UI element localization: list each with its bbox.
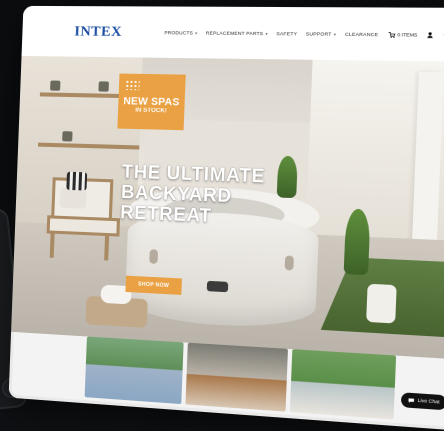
nav-clearance[interactable]: CLEARANCE <box>345 32 378 38</box>
chevron-down-icon: ▾ <box>195 30 198 36</box>
chevron-down-icon: ▾ <box>333 31 337 37</box>
chevron-down-icon: ▾ <box>265 30 268 37</box>
tile-spas[interactable] <box>289 349 397 420</box>
chair-pillow <box>59 187 87 209</box>
hot-tub-handle <box>284 255 294 271</box>
cart-icon <box>387 31 395 39</box>
website-window: INTEX PRODUCTS ▾ REPLACEMENT PARTS ▾ SAF… <box>8 5 444 431</box>
nav-replacement-parts[interactable]: REPLACEMENT PARTS ▾ <box>206 30 268 36</box>
tile-image <box>185 342 289 412</box>
chair-leg <box>49 231 55 258</box>
tile-image <box>289 349 397 420</box>
hero-headline: THE ULTIMATE BACKYARD RETREAT <box>119 161 266 227</box>
nav-label: PRODUCTS <box>164 30 194 36</box>
nav-safety[interactable]: SAFETY <box>276 31 297 36</box>
intex-logo[interactable]: INTEX <box>74 24 122 41</box>
nav-support[interactable]: SUPPORT ▾ <box>306 31 337 37</box>
hero-banner: NEW SPAS IN STOCK! THE ULTIMATE BACKYARD… <box>11 55 444 361</box>
live-chat-button[interactable]: Live Chat <box>400 392 444 411</box>
tile-image <box>84 336 184 405</box>
nav-label: SUPPORT <box>305 31 332 37</box>
nav-label: SAFETY <box>276 31 298 37</box>
chair-leg <box>104 233 110 261</box>
striped-pillow <box>66 171 88 191</box>
device-screen: INTEX PRODUCTS ▾ REPLACEMENT PARTS ▾ SAF… <box>8 5 444 431</box>
vase <box>366 283 397 324</box>
decor-pot <box>50 80 61 91</box>
hero-chair-image <box>44 171 121 261</box>
decor-pot <box>98 81 109 92</box>
badge-line-2: IN STOCK! <box>135 107 167 114</box>
hot-tub-logo <box>206 280 229 293</box>
user-icon[interactable] <box>426 31 434 39</box>
main-nav: PRODUCTS ▾ REPLACEMENT PARTS ▾ SAFETY SU… <box>164 29 444 39</box>
shop-now-button[interactable]: SHOP NOW <box>125 275 182 295</box>
hot-tub-handle <box>149 249 159 264</box>
decor-pot <box>62 131 73 142</box>
site-header: INTEX PRODUCTS ▾ REPLACEMENT PARTS ▾ SAF… <box>21 5 444 63</box>
tile-pools[interactable] <box>84 336 184 405</box>
live-chat-label: Live Chat <box>417 397 440 405</box>
nav-products[interactable]: PRODUCTS ▾ <box>164 30 197 35</box>
dots-pattern <box>125 79 140 91</box>
towel-basket <box>85 284 148 328</box>
cart-label: 0 ITEMS <box>397 32 418 38</box>
cart-button[interactable]: 0 ITEMS <box>387 31 418 39</box>
nav-label: REPLACEMENT PARTS <box>205 30 264 37</box>
badge-line-1: NEW SPAS <box>123 95 180 108</box>
tile-lifestyle[interactable] <box>185 342 289 412</box>
nav-label: CLEARANCE <box>344 31 379 38</box>
new-spas-badge: NEW SPAS IN STOCK! <box>117 73 186 131</box>
